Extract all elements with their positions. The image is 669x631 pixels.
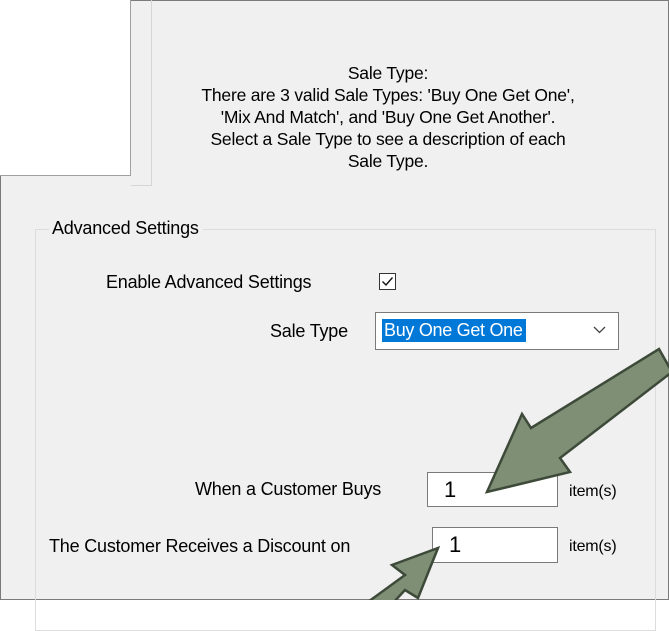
sale-type-dropdown[interactable]: Buy One Get One: [375, 312, 619, 350]
help-line: Sale Type:: [347, 63, 429, 83]
discount-on-unit: item(s): [569, 538, 617, 555]
customer-buys-input[interactable]: [427, 472, 558, 507]
help-line: 'Mix And Match', and 'Buy One Get Anothe…: [220, 107, 556, 127]
advanced-settings-title: Advanced Settings: [49, 216, 203, 240]
enable-advanced-label: Enable Advanced Settings: [106, 272, 312, 292]
enable-advanced-checkbox[interactable]: [379, 273, 396, 290]
chevron-down-icon[interactable]: [593, 326, 606, 334]
help-line: Sale Type.: [347, 151, 429, 171]
help-line: There are 3 valid Sale Types: 'Buy One G…: [201, 85, 575, 105]
sale-type-selected-value: Buy One Get One: [382, 319, 526, 342]
sale-type-label: Sale Type: [270, 321, 348, 341]
panel-divider: [131, 0, 152, 186]
customer-buys-unit: item(s): [569, 483, 617, 500]
checkmark-icon: [382, 277, 394, 287]
preview-panel: [0, 0, 131, 176]
sale-type-help-text: Sale Type: There are 3 valid Sale Types:…: [150, 62, 626, 172]
help-line: Select a Sale Type to see a description …: [210, 129, 566, 149]
discount-on-label: The Customer Receives a Discount on: [49, 536, 351, 556]
customer-buys-label: When a Customer Buys: [195, 479, 382, 499]
discount-on-input[interactable]: [432, 527, 558, 563]
